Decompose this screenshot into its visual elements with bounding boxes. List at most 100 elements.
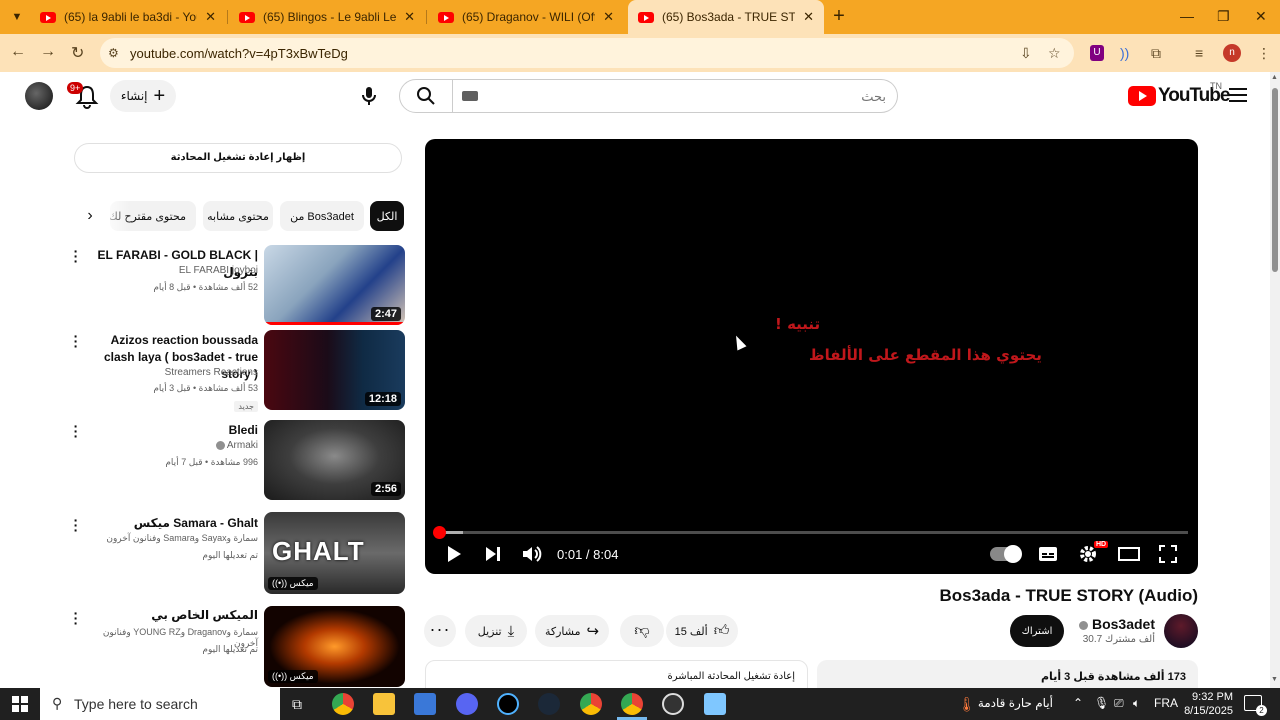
guide-menu-icon[interactable]	[1229, 88, 1247, 102]
next-button[interactable]	[482, 543, 504, 565]
extensions-puzzle-icon[interactable]: ⧉	[1151, 45, 1161, 62]
app-icon[interactable]	[662, 693, 684, 715]
browser-tab[interactable]: (65) la 9abli le ba3di - YouTube ✕	[30, 0, 226, 34]
discord-icon[interactable]	[456, 693, 478, 715]
play-button[interactable]	[443, 543, 465, 565]
forward-arrow-icon[interactable]: →	[40, 43, 56, 61]
browser-tab[interactable]: (65) Blingos - Le 9abli Le Ba3di ✕	[229, 0, 425, 34]
app-icon[interactable]	[704, 693, 726, 715]
more-options-icon[interactable]: · · ·	[73, 606, 79, 630]
install-app-icon[interactable]: ⇩	[1020, 45, 1032, 62]
chip-related[interactable]: محتوى مشابه	[203, 201, 273, 231]
weather-text[interactable]: أيام حارة قادمة	[975, 696, 1053, 710]
mix-thumbnail[interactable]: ((•)) ميكس	[264, 606, 405, 687]
autoplay-toggle[interactable]	[990, 545, 1022, 563]
list-item[interactable]: 12:18 Azizos reaction boussada clash lay…	[70, 329, 405, 412]
audio-extension-icon[interactable]: ))	[1120, 45, 1129, 61]
address-bar[interactable]: ⚙ youtube.com/watch?v=4pT3xBwTeDg ⇩ ☆	[100, 38, 1074, 68]
network-icon[interactable]: ⎚	[1114, 696, 1124, 711]
close-window-icon[interactable]: ✕	[1255, 8, 1267, 25]
show-chat-replay-button[interactable]: إظهار إعادة تشغيل المحادثة	[74, 143, 402, 173]
list-item[interactable]: ((•)) ميكس الميكس الخاص بي سمارة وDragan…	[70, 603, 405, 687]
more-options-icon[interactable]: · · ·	[73, 419, 79, 443]
minimize-icon[interactable]: —	[1180, 8, 1194, 24]
tray-overflow-icon[interactable]: ⌃	[1073, 696, 1083, 710]
speaker-icon[interactable]: 🔈︎	[1133, 696, 1140, 711]
channel-avatar[interactable]	[1164, 614, 1198, 648]
account-avatar[interactable]	[25, 82, 53, 110]
site-info-icon[interactable]: ⚙	[108, 46, 122, 60]
page-scrollbar[interactable]: ▲ ▼	[1270, 72, 1280, 688]
more-actions-button[interactable]: ···	[424, 615, 456, 647]
taskbar-clock[interactable]: 9:32 PM 8/15/2025	[1183, 690, 1233, 718]
new-tab-button[interactable]: +	[828, 6, 850, 28]
video-thumbnail[interactable]: 2:47	[264, 245, 405, 325]
search-button[interactable]	[399, 79, 453, 113]
ublock-extension-icon[interactable]: U	[1090, 45, 1104, 61]
chrome-menu-icon[interactable]: ⋮	[1257, 45, 1271, 62]
list-item[interactable]: GHALT ((•)) ميكس ميكس Samara - Ghalt سما…	[70, 508, 405, 594]
weather-icon[interactable]: 🌡︎	[958, 696, 976, 713]
taskbar-search[interactable]: ⚲ Type here to search	[40, 688, 280, 720]
bookmark-star-icon[interactable]: ☆	[1048, 45, 1061, 62]
tab-search-icon[interactable]: ▼	[6, 6, 28, 28]
like-button[interactable]: 15 ألف 👍︎	[666, 615, 738, 647]
browser-tab[interactable]: (65) Draganov - WILI (Official M ✕	[428, 0, 624, 34]
media-control-icon[interactable]: ≡	[1195, 45, 1203, 61]
input-language[interactable]: FRA	[1154, 696, 1178, 710]
chip-next-arrow-icon[interactable]: ›	[80, 206, 100, 226]
video-title[interactable]: Bledi	[90, 422, 258, 439]
reload-icon[interactable]: ↻	[71, 43, 84, 63]
close-tab-icon[interactable]: ✕	[205, 9, 216, 25]
video-title[interactable]: الميكس الخاص بي	[90, 607, 258, 624]
windows-start-icon[interactable]	[12, 696, 28, 712]
restore-icon[interactable]: ❐	[1217, 8, 1230, 25]
chip-from-channel[interactable]: من Bos3adet	[280, 201, 364, 231]
voice-search-button[interactable]	[352, 79, 386, 113]
volume-button[interactable]	[521, 543, 543, 565]
video-title[interactable]: ميكس Samara - Ghalt	[90, 515, 258, 532]
fullscreen-button[interactable]	[1157, 543, 1179, 565]
more-options-icon[interactable]: · · ·	[73, 244, 79, 268]
more-options-icon[interactable]: · · ·	[73, 329, 79, 353]
list-item[interactable]: 2:56 Bledi Armaki 996 مشاهدة • قبل 7 أيا…	[70, 419, 405, 500]
scrubber-knob[interactable]	[432, 526, 446, 539]
channel-name[interactable]: Bos3adet	[1060, 616, 1155, 632]
notification-center-icon[interactable]: 2	[1244, 695, 1267, 716]
scrollbar-thumb[interactable]	[1272, 88, 1278, 272]
profile-avatar[interactable]: n	[1223, 44, 1241, 62]
video-player[interactable]: تنبيه ! يحتوي هذا المقطع على الألفاظ 0:0…	[425, 139, 1198, 574]
dislike-button[interactable]: 👎︎	[620, 615, 664, 647]
channel-name[interactable]: Streamers Reactions	[90, 367, 258, 378]
search-input[interactable]	[502, 86, 886, 108]
mix-thumbnail[interactable]: GHALT ((•)) ميكس	[264, 512, 405, 594]
chrome-app-icon[interactable]	[332, 693, 354, 715]
channel-name[interactable]: Armaki	[90, 440, 258, 451]
close-tab-icon[interactable]: ✕	[404, 9, 415, 25]
theater-mode-button[interactable]	[1117, 543, 1141, 565]
task-view-icon[interactable]: ⧉	[292, 696, 302, 713]
back-arrow-icon[interactable]: ←	[10, 43, 26, 61]
download-button[interactable]: تنزيل ⤓	[465, 615, 527, 647]
video-thumbnail[interactable]: 12:18	[264, 330, 405, 410]
file-explorer-icon[interactable]	[373, 693, 395, 715]
search-box[interactable]	[452, 79, 898, 113]
app-icon[interactable]	[414, 693, 436, 715]
keyboard-icon[interactable]	[462, 91, 478, 101]
progress-bar[interactable]	[432, 526, 1188, 539]
app-icon[interactable]	[497, 693, 519, 715]
browser-tab-active[interactable]: (65) Bos3ada - TRUE STORY (Au ✕	[628, 0, 824, 34]
scroll-up-arrow-icon[interactable]: ▲	[1271, 74, 1278, 81]
url-text[interactable]: youtube.com/watch?v=4pT3xBwTeDg	[130, 46, 348, 61]
subtitles-button[interactable]	[1037, 543, 1059, 565]
more-options-icon[interactable]: · · ·	[73, 513, 79, 537]
create-button[interactable]: إنشاء +	[110, 80, 176, 112]
list-item[interactable]: 2:47 EL FARABI - GOLD BLACK | بترول EL F…	[70, 244, 405, 325]
chrome-app-icon[interactable]	[580, 693, 602, 715]
notifications-button[interactable]: 9+	[67, 82, 100, 110]
close-tab-icon[interactable]: ✕	[603, 9, 614, 25]
close-tab-icon[interactable]: ✕	[803, 9, 814, 25]
subscribe-button[interactable]: اشتراك	[1010, 615, 1064, 647]
share-button[interactable]: مشاركة ↪	[535, 615, 609, 647]
scroll-down-arrow-icon[interactable]: ▼	[1271, 676, 1278, 683]
